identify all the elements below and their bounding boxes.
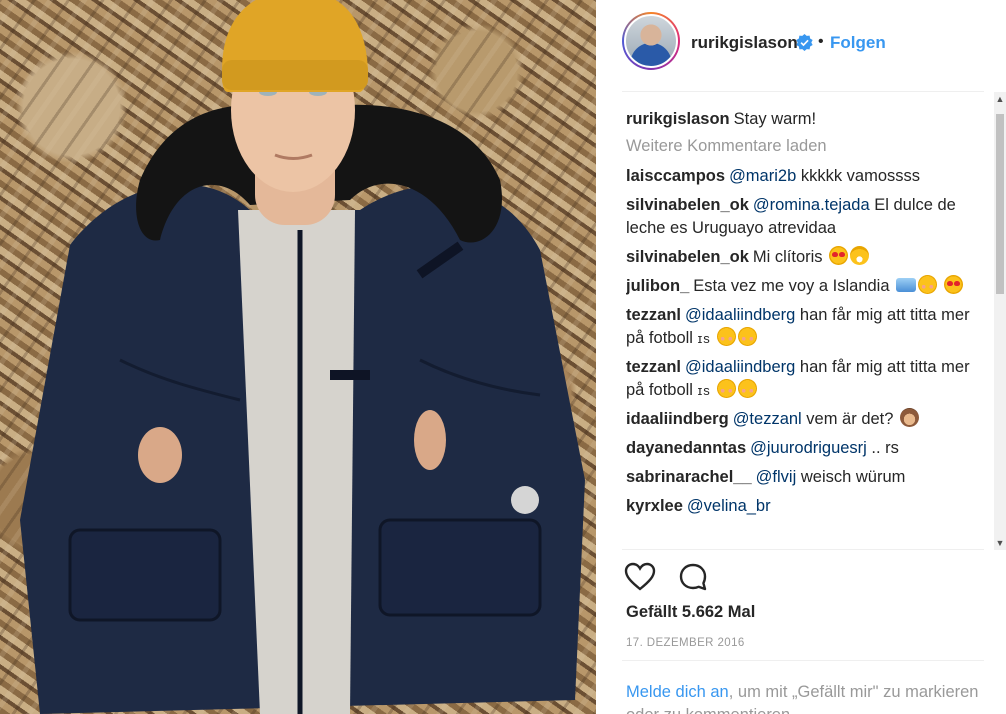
login-link[interactable]: Melde dich an bbox=[626, 683, 729, 701]
scroll-down-arrow-icon[interactable]: ▼ bbox=[994, 536, 1006, 550]
comment-username[interactable]: laisccampos bbox=[626, 167, 725, 185]
profile-avatar[interactable] bbox=[622, 12, 680, 70]
avatar-image bbox=[624, 14, 678, 68]
speech-bubble-icon[interactable] bbox=[678, 562, 708, 592]
comment-text: .. rs bbox=[866, 439, 899, 457]
snow-mountain-emoji-icon bbox=[896, 278, 917, 292]
comment-text: vem är det? bbox=[801, 410, 894, 428]
heart-outline-icon[interactable] bbox=[624, 562, 656, 592]
comment-username[interactable]: idaaliindberg bbox=[626, 410, 729, 428]
login-prompt: Melde dich an, um mit „Gefällt mir" zu m… bbox=[626, 681, 986, 714]
comment-text: kkkkk vamossss bbox=[796, 167, 921, 185]
comments-list: rurikgislason Stay warm! Weitere Kommenta… bbox=[626, 108, 988, 550]
comment-mention[interactable]: @romina.tejada bbox=[753, 196, 870, 214]
divider bbox=[622, 549, 984, 550]
comment-username[interactable]: silvinabelen_ok bbox=[626, 196, 749, 214]
comment-item: dayanedanntas @juurodriguesrj .. rs bbox=[626, 437, 988, 460]
post-details-panel: rurikgislason • Folgen rurikgislason Stay… bbox=[596, 0, 1006, 714]
comment-suffix: ɪs bbox=[697, 331, 711, 346]
scroll-thumb[interactable] bbox=[996, 114, 1004, 294]
comment-mention[interactable]: @flvij bbox=[756, 468, 797, 486]
comment-username[interactable]: silvinabelen_ok bbox=[626, 248, 749, 266]
header-username[interactable]: rurikgislason bbox=[691, 33, 798, 53]
comment-mention[interactable]: @juurodriguesrj bbox=[750, 439, 867, 457]
comment-text: Mi clítoris bbox=[752, 248, 823, 266]
blush-emoji-icon bbox=[717, 379, 737, 398]
comment-username[interactable]: kyrxlee bbox=[626, 497, 683, 515]
comment-username[interactable]: sabrinarachel__ bbox=[626, 468, 752, 486]
comment-mention[interactable]: @idaaliindberg bbox=[685, 306, 795, 324]
see-no-evil-monkey-emoji-icon bbox=[900, 408, 920, 427]
comment-username[interactable]: julibon_ bbox=[626, 277, 689, 295]
comment-text: Esta vez me voy a Islandia bbox=[693, 277, 890, 295]
comment-item: sabrinarachel__ @flvij weisch würum bbox=[626, 466, 988, 489]
scroll-up-arrow-icon[interactable]: ▲ bbox=[994, 92, 1006, 106]
header-separator: • bbox=[818, 33, 824, 50]
comment-username[interactable]: tezzanl bbox=[626, 306, 681, 324]
comment-mention[interactable]: @idaaliindberg bbox=[685, 358, 795, 376]
comment-username[interactable]: dayanedanntas bbox=[626, 439, 746, 457]
comments-scrollbar[interactable]: ▲ ▼ bbox=[994, 92, 1006, 550]
blush-emoji-icon bbox=[738, 327, 758, 346]
blush-emoji-icon bbox=[717, 327, 737, 346]
comment-item: tezzanl @idaaliindberg han får mig att ti… bbox=[626, 304, 988, 350]
comment-text: weisch würum bbox=[796, 468, 906, 486]
comment-item: julibon_ Esta vez me voy a Islandia bbox=[626, 275, 988, 298]
post-photo bbox=[0, 0, 596, 714]
comment-item: silvinabelen_ok @romina.tejada El dulce d… bbox=[626, 194, 988, 240]
divider bbox=[622, 660, 984, 661]
comment-item: kyrxlee @velina_br bbox=[626, 495, 988, 518]
post-date: 17. Dezember 2016 bbox=[626, 637, 745, 649]
verified-badge-icon bbox=[796, 34, 813, 51]
caption: rurikgislason Stay warm! bbox=[626, 108, 988, 131]
caption-text: Stay warm! bbox=[733, 110, 817, 128]
comment-item: tezzanl @idaaliindberg han får mig att ti… bbox=[626, 356, 988, 402]
caption-username[interactable]: rurikgislason bbox=[626, 110, 730, 128]
post-header: rurikgislason • Folgen bbox=[596, 0, 1006, 92]
like-count[interactable]: Gefällt 5.662 Mal bbox=[626, 603, 755, 622]
divider bbox=[622, 91, 984, 92]
load-more-comments-link[interactable]: Weitere Kommentare laden bbox=[626, 137, 988, 156]
comment-suffix: ɪs bbox=[697, 383, 711, 398]
comment-item: laisccampos @mari2b kkkkk vamossss bbox=[626, 165, 988, 188]
post-actions bbox=[624, 562, 726, 596]
heart-eyes-emoji-icon bbox=[829, 246, 849, 265]
heart-eyes-emoji-icon bbox=[943, 275, 963, 294]
follow-button[interactable]: Folgen bbox=[830, 33, 886, 53]
laughing-emoji-icon bbox=[850, 246, 870, 265]
comment-item: silvinabelen_ok Mi clítoris bbox=[626, 246, 988, 269]
comment-mention[interactable]: @mari2b bbox=[729, 167, 796, 185]
blush-emoji-icon bbox=[918, 275, 938, 294]
comment-item: idaaliindberg @tezzanl vem är det? bbox=[626, 408, 988, 431]
photo-subject bbox=[20, 0, 585, 714]
comment-mention[interactable]: @velina_br bbox=[687, 497, 771, 515]
comment-mention[interactable]: @tezzanl bbox=[733, 410, 802, 428]
comment-username[interactable]: tezzanl bbox=[626, 358, 681, 376]
blush-emoji-icon bbox=[738, 379, 758, 398]
